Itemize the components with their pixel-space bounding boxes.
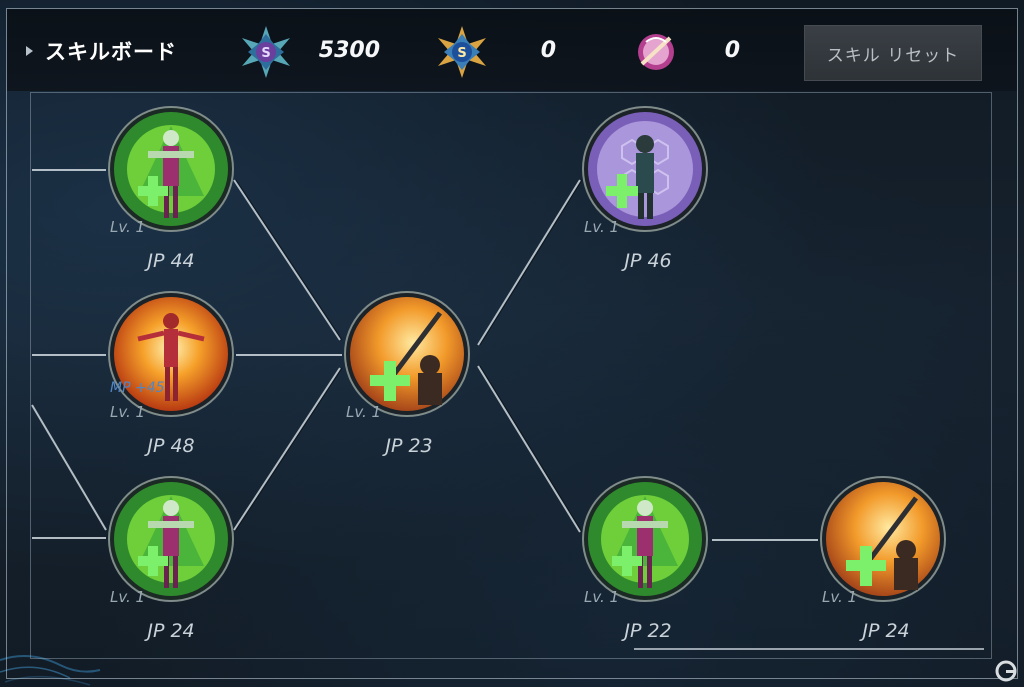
skill-jp-cost: JP 46 — [624, 250, 672, 272]
sword-plus-icon — [344, 291, 470, 417]
skill-node-barrier-1[interactable] — [582, 106, 708, 232]
skill-level: Lv. 1 — [584, 588, 620, 606]
skill-jp-cost: JP 48 — [147, 435, 195, 457]
skill-level: Lv. 1 — [110, 218, 146, 236]
skill-jp-cost: JP 44 — [147, 250, 195, 272]
skill-mp-bonus: MP +45 — [110, 380, 165, 396]
green-heal-icon — [108, 476, 234, 602]
skill-node-heal-1[interactable] — [108, 106, 234, 232]
skill-jp-cost: JP 24 — [147, 620, 195, 642]
skill-jp-cost: JP 24 — [862, 620, 910, 642]
skill-level: Lv. 1 — [110, 403, 146, 421]
skill-node-sword-2[interactable] — [820, 476, 946, 602]
skill-level: Lv. 1 — [584, 218, 620, 236]
skill-node-body-1[interactable] — [108, 291, 234, 417]
skill-level: Lv. 1 — [110, 588, 146, 606]
skill-level: Lv. 1 — [346, 403, 382, 421]
skill-node-heal-3[interactable] — [582, 476, 708, 602]
skill-board-screen: スキルボード S 5300 S 0 0 スキル リセット Lv. 1 JP 44… — [0, 0, 1024, 687]
sword-plus-icon — [820, 476, 946, 602]
skill-node-sword-1[interactable] — [344, 291, 470, 417]
watermark-logo-icon — [995, 660, 1017, 682]
orange-body-icon — [108, 291, 234, 417]
purple-shield-icon — [582, 106, 708, 232]
skill-level: Lv. 1 — [822, 588, 858, 606]
skill-jp-cost: JP 22 — [624, 620, 672, 642]
skill-jp-cost: JP 23 — [385, 435, 433, 457]
skill-node-heal-2[interactable] — [108, 476, 234, 602]
green-heal-icon — [108, 106, 234, 232]
green-heal-icon — [582, 476, 708, 602]
